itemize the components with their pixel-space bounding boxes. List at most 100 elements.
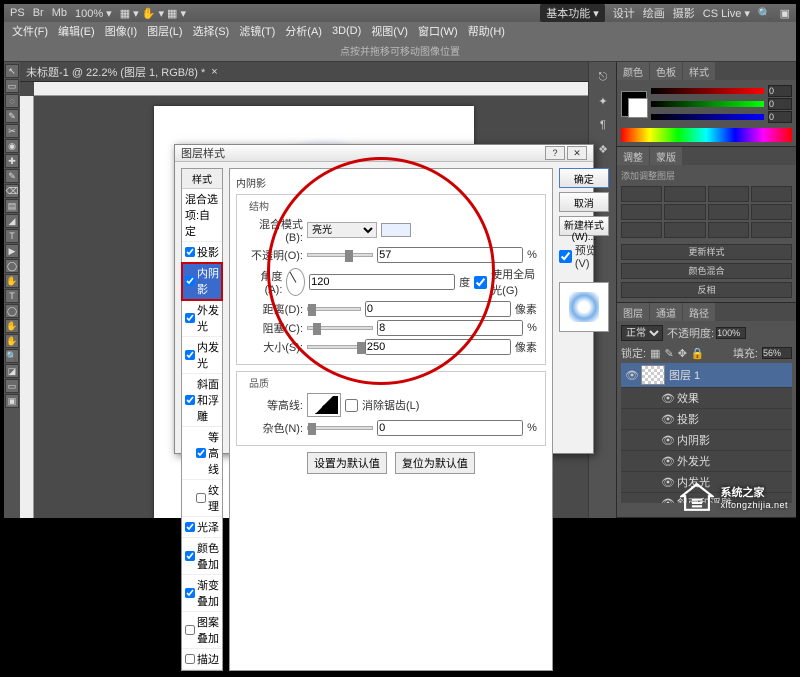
visibility-icon[interactable]: 👁 bbox=[661, 392, 673, 404]
adjust-cell[interactable] bbox=[621, 204, 662, 220]
tool-marquee[interactable]: ▭ bbox=[5, 79, 19, 93]
tool-screenmode[interactable]: ▣ bbox=[5, 394, 19, 408]
lock-icon[interactable]: ✥ bbox=[678, 347, 687, 360]
menu-file[interactable]: 文件(F) bbox=[8, 21, 52, 41]
reset-default-button[interactable]: 复位为默认值 bbox=[395, 452, 475, 474]
style-checkbox[interactable] bbox=[185, 276, 195, 286]
tool-gradient[interactable]: T bbox=[5, 229, 19, 243]
layer-row[interactable]: 👁图层 1 bbox=[621, 363, 792, 388]
style-item[interactable]: 图案叠加 bbox=[182, 612, 222, 649]
opacity-input[interactable] bbox=[716, 327, 746, 339]
btn-color-mix[interactable]: 颜色混合 bbox=[621, 263, 792, 279]
adjust-cell[interactable] bbox=[751, 186, 792, 202]
visibility-icon[interactable]: 👁 bbox=[661, 476, 673, 488]
r-slider[interactable] bbox=[651, 88, 764, 94]
menu-image[interactable]: 图像(I) bbox=[101, 21, 141, 41]
tool-shape[interactable]: ✋ bbox=[5, 319, 19, 333]
style-checkbox[interactable] bbox=[185, 522, 195, 532]
spectrum-bar[interactable] bbox=[621, 128, 792, 142]
tool-dodge[interactable]: ◯ bbox=[5, 259, 19, 273]
workspace-painting[interactable]: 绘画 bbox=[643, 5, 665, 21]
style-item[interactable]: 内阴影 bbox=[182, 263, 222, 300]
menu-select[interactable]: 选择(S) bbox=[189, 21, 234, 41]
tool-quickmask[interactable]: ▭ bbox=[5, 379, 19, 393]
noise-input[interactable] bbox=[377, 420, 523, 436]
tool-move[interactable]: ↖ bbox=[5, 64, 19, 78]
history-icon[interactable]: ⎋ bbox=[591, 66, 615, 88]
paragraph-icon[interactable]: ¶ bbox=[591, 114, 615, 136]
size-slider[interactable] bbox=[307, 345, 361, 349]
tab-adjust[interactable]: 调整 bbox=[617, 147, 649, 165]
contour-picker[interactable] bbox=[307, 393, 341, 417]
choke-slider[interactable] bbox=[307, 326, 373, 330]
lock-icon[interactable]: 🔒 bbox=[691, 347, 705, 360]
style-checkbox[interactable] bbox=[185, 350, 195, 360]
adjust-cell[interactable] bbox=[664, 204, 705, 220]
style-checkbox[interactable] bbox=[185, 654, 195, 664]
style-checkbox[interactable] bbox=[185, 625, 195, 635]
style-checkbox[interactable] bbox=[185, 313, 195, 323]
opacity-input[interactable] bbox=[377, 247, 523, 263]
tool-heal[interactable]: ✚ bbox=[5, 154, 19, 168]
size-input[interactable] bbox=[365, 339, 511, 355]
zoom-level[interactable]: 100% ▾ bbox=[75, 7, 112, 20]
new-style-button[interactable]: 新建样式(W)... bbox=[559, 216, 609, 236]
adjust-cell[interactable] bbox=[621, 186, 662, 202]
noise-slider[interactable] bbox=[307, 426, 373, 430]
style-item[interactable]: 等高线 bbox=[182, 427, 222, 480]
tab-channels[interactable]: 通道 bbox=[650, 303, 682, 321]
tab-paths[interactable]: 路径 bbox=[683, 303, 715, 321]
tool-eraser[interactable]: ◢ bbox=[5, 214, 19, 228]
adjust-cell[interactable] bbox=[708, 222, 749, 238]
dialog-titlebar[interactable]: 图层样式 ? ✕ bbox=[175, 145, 593, 162]
view-tools[interactable]: ▦ ▾ ✋ ▾ ▦ ▾ bbox=[120, 7, 186, 20]
layer-effect-row[interactable]: 👁效果 bbox=[621, 388, 792, 409]
distance-input[interactable] bbox=[365, 301, 511, 317]
document-tab[interactable]: 未标题-1 @ 22.2% (图层 1, RGB/8) * × bbox=[20, 62, 588, 82]
r-input[interactable] bbox=[768, 85, 792, 97]
global-light-checkbox[interactable] bbox=[474, 276, 487, 289]
tab-layers[interactable]: 图层 bbox=[617, 303, 649, 321]
angle-input[interactable] bbox=[309, 274, 455, 290]
blend-mode-select[interactable]: 正常 bbox=[621, 325, 663, 341]
tool-hand[interactable]: ✋ bbox=[5, 334, 19, 348]
workspace-photography[interactable]: 摄影 bbox=[673, 5, 695, 21]
dialog-help-icon[interactable]: ? bbox=[545, 146, 565, 160]
tab-mask[interactable]: 蒙版 bbox=[650, 147, 682, 165]
tool-blur[interactable]: ▶ bbox=[5, 244, 19, 258]
visibility-icon[interactable]: 👁 bbox=[661, 413, 673, 425]
cancel-button[interactable]: 取消 bbox=[559, 192, 609, 212]
style-checkbox[interactable] bbox=[196, 493, 206, 503]
menu-help[interactable]: 帮助(H) bbox=[464, 21, 509, 41]
menu-window[interactable]: 窗口(W) bbox=[414, 21, 462, 41]
style-item[interactable]: 描边 bbox=[182, 649, 222, 670]
tab-styles[interactable]: 样式 bbox=[683, 62, 715, 80]
adjust-cell[interactable] bbox=[751, 222, 792, 238]
choke-input[interactable] bbox=[377, 320, 523, 336]
style-item[interactable]: 内发光 bbox=[182, 337, 222, 374]
adjust-cell[interactable] bbox=[664, 186, 705, 202]
tool-wand[interactable]: ✎ bbox=[5, 109, 19, 123]
visibility-icon[interactable]: 👁 bbox=[661, 497, 673, 503]
tool-zoom[interactable]: 🔍 bbox=[5, 349, 19, 363]
visibility-icon[interactable]: 👁 bbox=[625, 369, 637, 381]
actions-icon[interactable]: ✦ bbox=[591, 90, 615, 112]
adjust-cell[interactable] bbox=[621, 222, 662, 238]
angle-dial[interactable] bbox=[286, 268, 305, 296]
workspace-essentials[interactable]: 基本功能 ▾ bbox=[540, 4, 605, 22]
tool-stamp[interactable]: ⌫ bbox=[5, 184, 19, 198]
style-item[interactable]: 混合选项:自定 bbox=[182, 189, 222, 242]
style-item[interactable]: 投影 bbox=[182, 242, 222, 263]
shadow-color-swatch[interactable] bbox=[381, 223, 411, 237]
br-button[interactable]: Br bbox=[33, 7, 44, 19]
search-icon[interactable]: 🔍 bbox=[758, 7, 772, 20]
layer-thumbnail[interactable] bbox=[641, 365, 665, 385]
cslive-menu[interactable]: CS Live ▾ bbox=[703, 7, 750, 20]
style-checkbox[interactable] bbox=[196, 448, 206, 458]
lock-icon[interactable]: ✎ bbox=[664, 347, 673, 360]
visibility-icon[interactable]: 👁 bbox=[661, 455, 673, 467]
tab-swatches[interactable]: 色板 bbox=[650, 62, 682, 80]
menu-layer[interactable]: 图层(L) bbox=[143, 21, 186, 41]
b-input[interactable] bbox=[768, 111, 792, 123]
menu-3d[interactable]: 3D(D) bbox=[328, 23, 365, 39]
